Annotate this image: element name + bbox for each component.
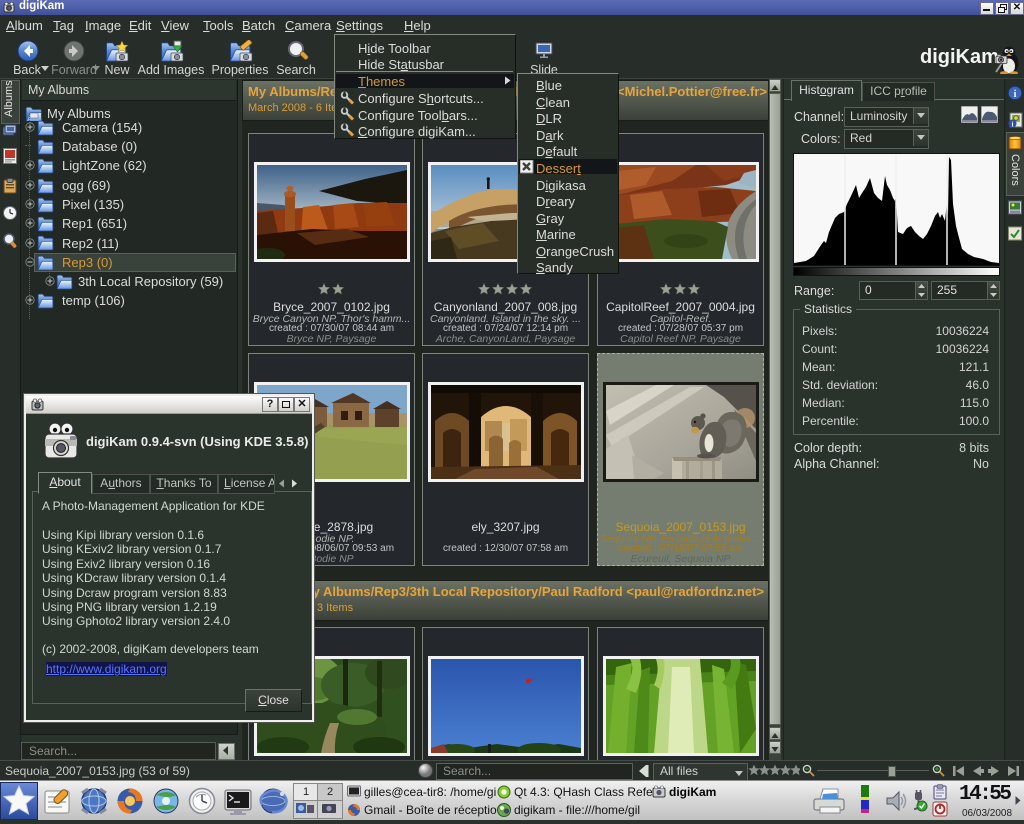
svg-text:i: i: [1014, 89, 1017, 100]
svg-text:i: i: [1012, 121, 1014, 129]
